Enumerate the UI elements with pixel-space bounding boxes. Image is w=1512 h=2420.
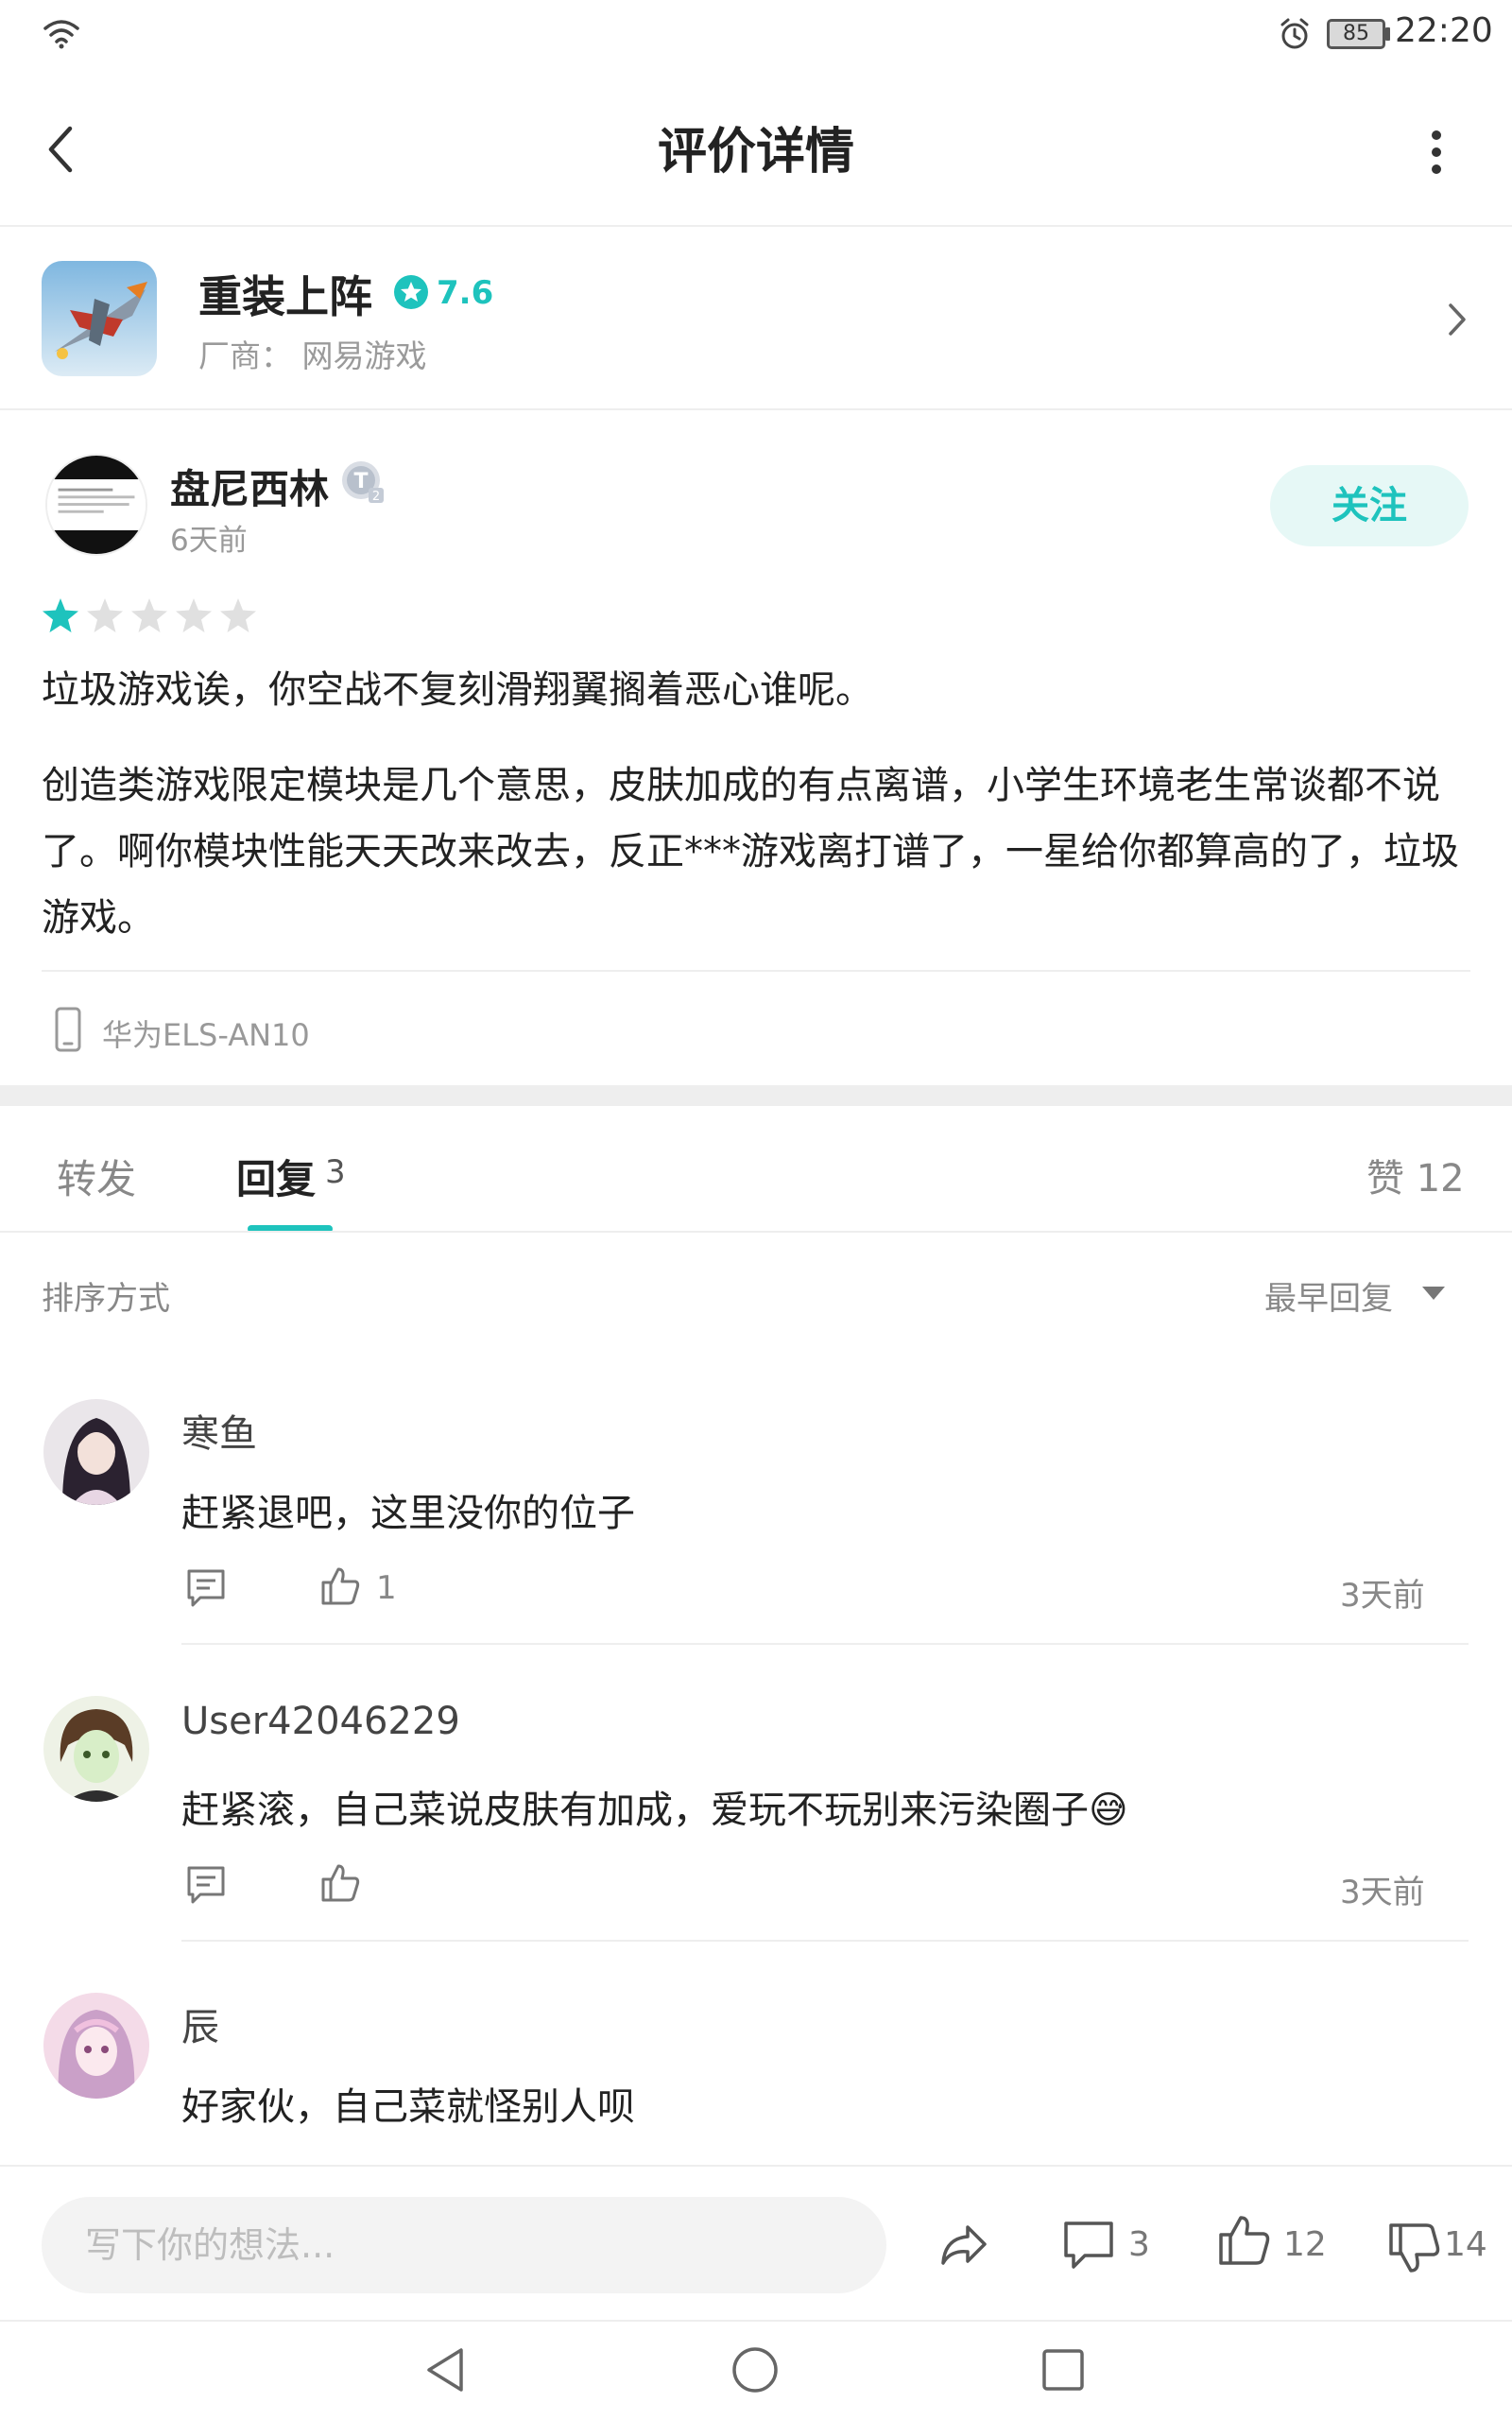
star-icon-empty <box>87 598 124 632</box>
sort-label: 排序方式 <box>42 1280 170 1318</box>
avatar[interactable] <box>43 1399 149 1505</box>
star-icon-empty <box>176 598 213 632</box>
comment-text: 赶紧退吧，这里没你的位子 <box>181 1492 635 1535</box>
review-timestamp: 6天前 <box>170 524 248 558</box>
nav-recents-icon[interactable] <box>1040 2346 1087 2394</box>
comment-input[interactable] <box>42 2197 886 2293</box>
tab-reply[interactable]: 回复 <box>236 1148 316 1205</box>
game-app-icon[interactable] <box>42 261 157 376</box>
alarm-icon <box>1280 18 1309 49</box>
review-text: 垃圾游戏诶，你空战不复刻滑翔翼搁着恶心谁呢。 <box>42 668 873 712</box>
thumbs-up-icon[interactable] <box>319 1565 361 1607</box>
star-rating <box>42 597 259 633</box>
commenter-name[interactable]: User42046229 <box>181 1700 460 1743</box>
star-icon-empty <box>220 598 257 632</box>
level-badge-icon: T 2 <box>342 461 384 504</box>
nav-home-icon[interactable] <box>730 2344 781 2395</box>
battery-icon <box>1385 27 1390 41</box>
comment-text: 赶紧滚，自己菜说皮肤有加成，爱玩不玩别来污染圈子😅 <box>181 1789 1128 1832</box>
status-bar: 85 22:20 <box>0 0 1512 68</box>
tab-likes[interactable]: 赞 12 <box>1366 1148 1465 1202</box>
reply-icon[interactable] <box>185 1864 227 1906</box>
page-title: 评价详情 <box>657 124 854 181</box>
battery-indicator: 85 <box>1327 19 1385 49</box>
more-icon[interactable] <box>1429 129 1444 176</box>
like-count: 12 <box>1283 2225 1327 2264</box>
game-title: 重装上阵 <box>198 271 372 322</box>
clock: 22:20 <box>1395 11 1493 50</box>
game-vendor: 厂商： 网易游戏 <box>198 337 427 374</box>
comment-timestamp: 3天前 <box>1340 1874 1425 1911</box>
dislike-count: 14 <box>1444 2225 1487 2264</box>
section-divider <box>0 1085 1512 1106</box>
game-score: 7.6 <box>437 274 494 312</box>
divider <box>0 225 1512 227</box>
reply-count: 3 <box>325 1153 346 1191</box>
comment-count: 3 <box>1128 2225 1150 2264</box>
divider <box>0 1231 1512 1233</box>
caret-down-icon[interactable] <box>1419 1284 1448 1303</box>
comment-timestamp: 3天前 <box>1340 1577 1425 1615</box>
avatar[interactable] <box>43 1696 149 1802</box>
avatar[interactable] <box>43 1993 149 2099</box>
comment-icon[interactable] <box>1060 2216 1117 2273</box>
reviewer-name[interactable]: 盘尼西林 <box>170 458 329 515</box>
reply-icon[interactable] <box>185 1567 227 1609</box>
chevron-right-icon[interactable] <box>1446 301 1469 338</box>
sort-dropdown[interactable]: 最早回复 <box>1264 1272 1393 1319</box>
divider <box>181 1643 1469 1645</box>
comment-text: 好家伙，自己菜就怪别人呗 <box>181 2085 635 2129</box>
commenter-name[interactable]: 寒鱼 <box>181 1403 257 1458</box>
like-count: 1 <box>376 1569 397 1607</box>
wifi-icon <box>43 20 79 49</box>
star-icon-filled <box>43 598 78 632</box>
thumbs-up-icon[interactable] <box>319 1862 361 1904</box>
share-icon[interactable] <box>936 2216 992 2273</box>
tab-forward[interactable]: 转发 <box>57 1148 136 1205</box>
device-name: 华为ELS-AN10 <box>102 1017 310 1053</box>
follow-button[interactable]: 关注 <box>1270 465 1469 546</box>
thumbs-down-icon[interactable] <box>1385 2220 1442 2276</box>
divider <box>42 970 1470 972</box>
rating-star-badge-icon <box>394 275 428 309</box>
svg-text:T: T <box>353 470 368 493</box>
thumbs-up-icon[interactable] <box>1215 2212 1272 2269</box>
divider <box>181 1940 1469 1942</box>
commenter-name[interactable]: 辰 <box>181 1996 219 2051</box>
svg-text:2: 2 <box>372 490 380 504</box>
avatar[interactable] <box>45 454 147 556</box>
divider <box>0 408 1512 410</box>
phone-icon <box>55 1007 81 1052</box>
star-icon-empty <box>131 598 168 632</box>
nav-back-icon[interactable] <box>421 2344 471 2395</box>
review-text: 创造类游戏限定模块是几个意思，皮肤加成的有点离谱，小学生环境老生常谈都不说了。啊… <box>42 764 1459 940</box>
